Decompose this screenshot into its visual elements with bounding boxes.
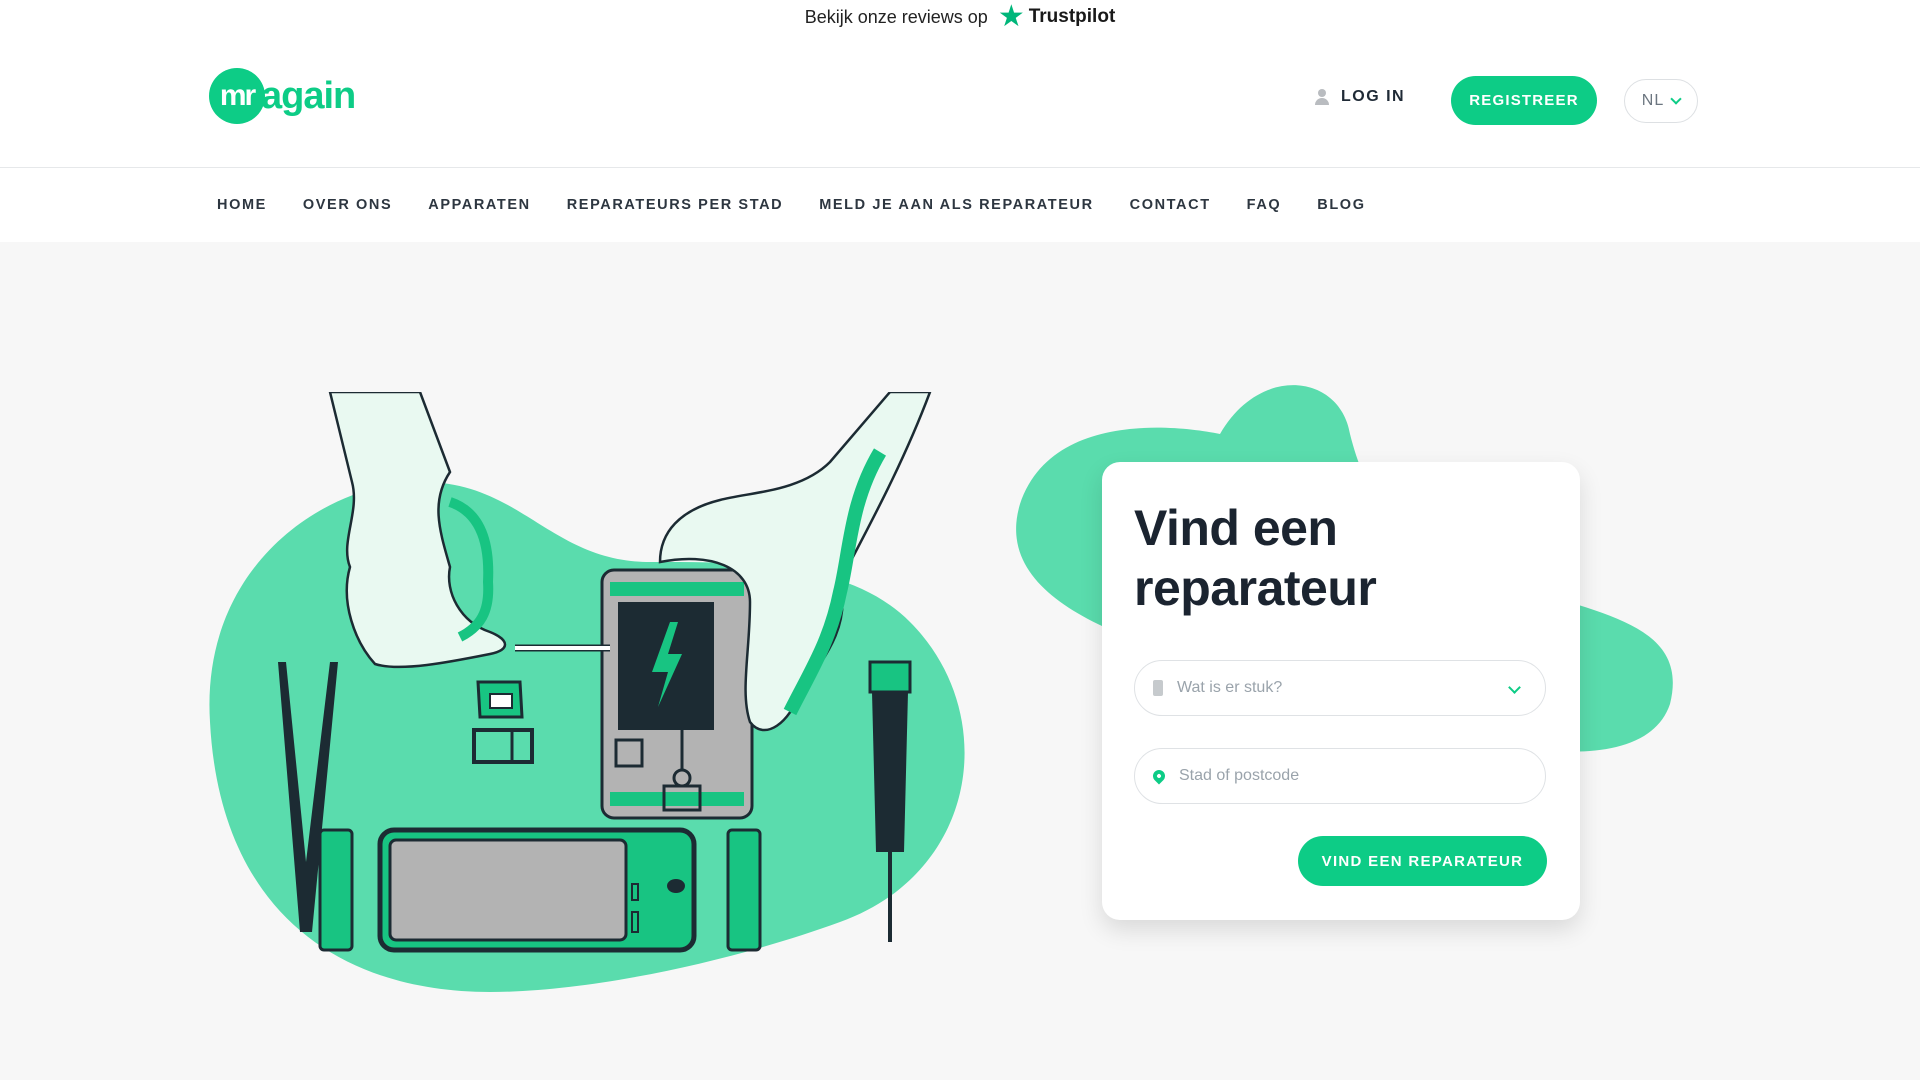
register-button[interactable]: REGISTREER: [1451, 76, 1597, 125]
login-label: LOG IN: [1341, 88, 1406, 105]
location-pin-icon: [1150, 767, 1168, 785]
logo-mark: mr: [209, 68, 265, 124]
search-card: Vind een reparateur VIND EEN REPARATEUR: [1102, 462, 1580, 920]
device-input[interactable]: [1177, 679, 1477, 697]
main-nav: HOME OVER ONS APPARATEN REPARATEURS PER …: [0, 168, 1920, 242]
user-icon: [1315, 89, 1329, 105]
location-input[interactable]: [1179, 767, 1479, 785]
login-link[interactable]: LOG IN: [1315, 88, 1405, 106]
phone-icon: [1153, 680, 1163, 696]
nav-item-faq[interactable]: FAQ: [1247, 197, 1282, 213]
find-repairer-button[interactable]: VIND EEN REPARATEUR: [1298, 836, 1547, 886]
language-label: NL: [1641, 92, 1665, 109]
location-field[interactable]: [1134, 748, 1546, 804]
chevron-down-icon[interactable]: [1508, 681, 1521, 694]
nav-item-blog[interactable]: BLOG: [1317, 197, 1365, 213]
chevron-down-icon: [1670, 92, 1682, 105]
nav-item-reparateurs-per-stad[interactable]: REPARATEURS PER STAD: [567, 197, 784, 213]
trustpilot-brand: Trustpilot: [1028, 6, 1116, 27]
logo-text: again: [261, 74, 356, 117]
language-select[interactable]: NL: [1624, 79, 1698, 123]
phone-repair-illustration: [209, 392, 965, 992]
trustpilot-bar[interactable]: Bekijk onze reviews op ★ Trustpilot: [0, 0, 1920, 34]
site-header: mr again LOG IN REGISTREER NL: [0, 58, 1920, 142]
trustpilot-logo[interactable]: ★ Trustpilot: [998, 2, 1115, 32]
search-title: Vind een reparateur: [1134, 500, 1377, 616]
nav-item-apparaten[interactable]: APPARATEN: [428, 197, 530, 213]
nav-item-home[interactable]: HOME: [217, 197, 267, 213]
nav-item-over-ons[interactable]: OVER ONS: [303, 197, 392, 213]
trustpilot-text: Bekijk onze reviews op: [804, 6, 988, 27]
nav-item-contact[interactable]: CONTACT: [1130, 197, 1211, 213]
star-icon: ★: [997, 0, 1025, 33]
nav-item-meld-je-aan[interactable]: MELD JE AAN ALS REPARATEUR: [819, 197, 1093, 213]
site-logo[interactable]: mr again: [209, 68, 356, 124]
device-select[interactable]: [1134, 660, 1546, 716]
hero-section: Vind een reparateur VIND EEN REPARATEUR: [0, 242, 1920, 1080]
